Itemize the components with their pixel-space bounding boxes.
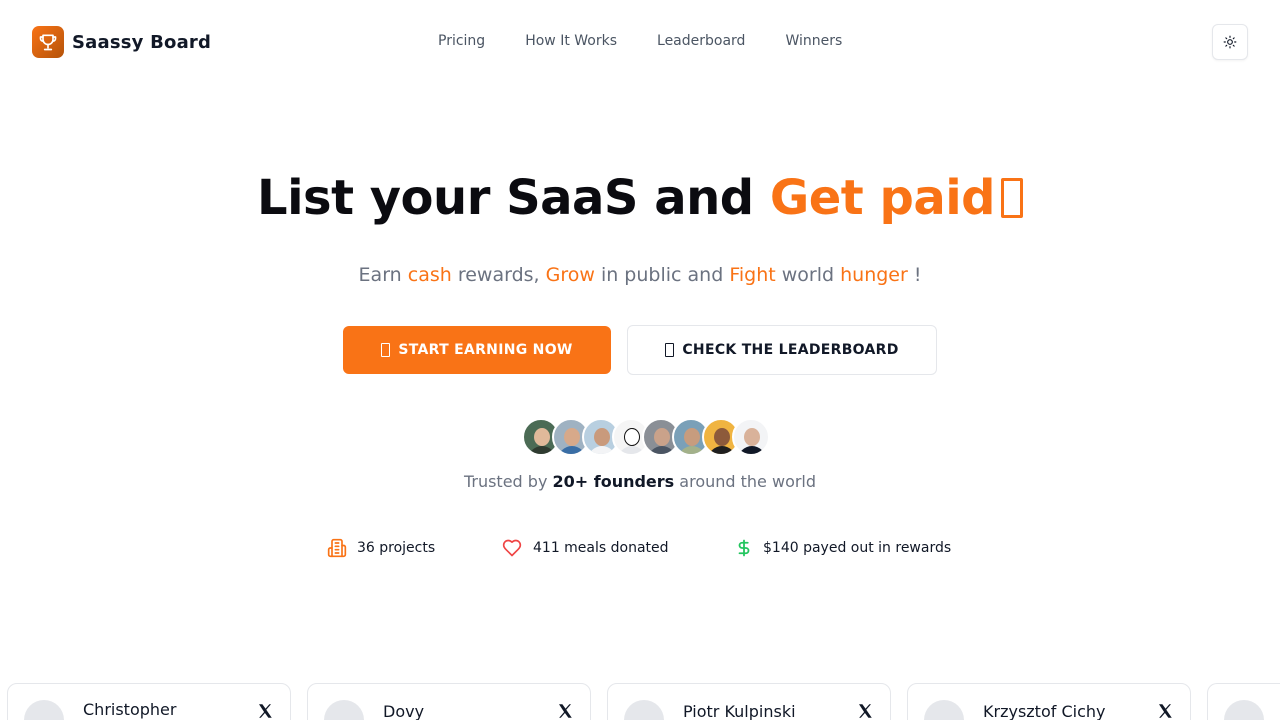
sun-icon bbox=[1223, 35, 1237, 49]
trusted-by-text: Trusted by 20+ founders around the world bbox=[0, 472, 1280, 491]
avatar bbox=[624, 700, 664, 720]
dollar-icon bbox=[738, 539, 750, 557]
nav-leaderboard[interactable]: Leaderboard bbox=[657, 33, 745, 49]
site-header: Saassy Board Pricing How It Works Leader… bbox=[0, 0, 1280, 84]
subtitle-text: Earn bbox=[358, 264, 408, 286]
founder-avatars bbox=[522, 418, 770, 456]
subtitle-highlight-hunger: hunger bbox=[840, 264, 908, 286]
stat-meals: 411 meals donated bbox=[501, 538, 735, 558]
founder-card[interactable]: Dovy bbox=[307, 683, 591, 720]
main-nav: Pricing How It Works Leaderboard Winners bbox=[438, 33, 842, 49]
start-earning-label: START EARNING NOW bbox=[398, 342, 573, 358]
stat-projects-text: 36 projects bbox=[357, 540, 436, 556]
brand-logo[interactable]: Saassy Board bbox=[32, 26, 211, 58]
x-logo-icon[interactable] bbox=[856, 702, 874, 720]
trusted-highlight: 20+ founders bbox=[552, 472, 675, 491]
nav-how-it-works[interactable]: How It Works bbox=[525, 33, 617, 49]
stat-meals-text: 411 meals donated bbox=[533, 540, 669, 556]
founder-name: Piotr Kulpinski bbox=[683, 702, 796, 720]
stat-rewards-text: $140 payed out in rewards bbox=[763, 540, 952, 556]
subtitle-highlight-cash: cash bbox=[407, 264, 452, 286]
trusted-suffix: around the world bbox=[674, 472, 817, 491]
avatar bbox=[924, 700, 964, 720]
stats-row: 36 projects 411 meals donated $140 payed… bbox=[327, 538, 965, 558]
check-leaderboard-button[interactable]: CHECK THE LEADERBOARD bbox=[627, 325, 937, 375]
hero-title-highlight: Get paid bbox=[769, 170, 996, 226]
founder-name: Krzysztof Cichy bbox=[983, 702, 1106, 720]
subtitle-text: rewards, bbox=[451, 264, 546, 286]
founder-card[interactable]: Christopher bbox=[7, 683, 291, 720]
subtitle-text: ! bbox=[907, 264, 922, 286]
start-earning-button[interactable]: START EARNING NOW bbox=[343, 326, 611, 374]
hero-title-text: List your SaaS and bbox=[256, 170, 770, 226]
founder-name: Dovy bbox=[383, 702, 425, 720]
trusted-prefix: Trusted by bbox=[463, 472, 553, 491]
nav-pricing[interactable]: Pricing bbox=[438, 33, 485, 49]
x-logo-icon[interactable] bbox=[556, 702, 574, 720]
hero-title: List your SaaS and Get paid bbox=[0, 170, 1280, 226]
stat-projects: 36 projects bbox=[327, 538, 501, 558]
theme-toggle-button[interactable] bbox=[1212, 24, 1248, 60]
stat-rewards: $140 payed out in rewards bbox=[735, 538, 965, 558]
heart-icon bbox=[502, 539, 522, 557]
building-icon bbox=[327, 538, 347, 558]
subtitle-highlight-grow: Grow bbox=[545, 264, 595, 286]
hero-subtitle: Earn cash rewards, Grow in public and Fi… bbox=[0, 264, 1280, 286]
founder-card[interactable]: Piotr Kulpinski bbox=[607, 683, 891, 720]
check-leaderboard-label: CHECK THE LEADERBOARD bbox=[682, 342, 899, 358]
founder-card[interactable] bbox=[1207, 683, 1280, 720]
x-logo-icon[interactable] bbox=[256, 702, 274, 720]
nav-winners[interactable]: Winners bbox=[785, 33, 842, 49]
avatar bbox=[1224, 700, 1264, 720]
subtitle-highlight-fight: Fight bbox=[729, 264, 776, 286]
rocket-emoji-icon bbox=[381, 343, 391, 357]
avatar bbox=[732, 418, 770, 456]
avatar bbox=[324, 700, 364, 720]
money-emoji-icon bbox=[1001, 178, 1024, 218]
trophy-emoji-icon bbox=[665, 343, 675, 357]
subtitle-text: world bbox=[775, 264, 841, 286]
subtitle-text: in public and bbox=[594, 264, 730, 286]
founder-card[interactable]: Krzysztof Cichy bbox=[907, 683, 1191, 720]
trophy-icon bbox=[32, 26, 64, 58]
avatar bbox=[24, 700, 64, 720]
x-logo-icon[interactable] bbox=[1156, 702, 1174, 720]
brand-name: Saassy Board bbox=[72, 31, 212, 53]
founder-name: Christopher bbox=[83, 700, 177, 719]
